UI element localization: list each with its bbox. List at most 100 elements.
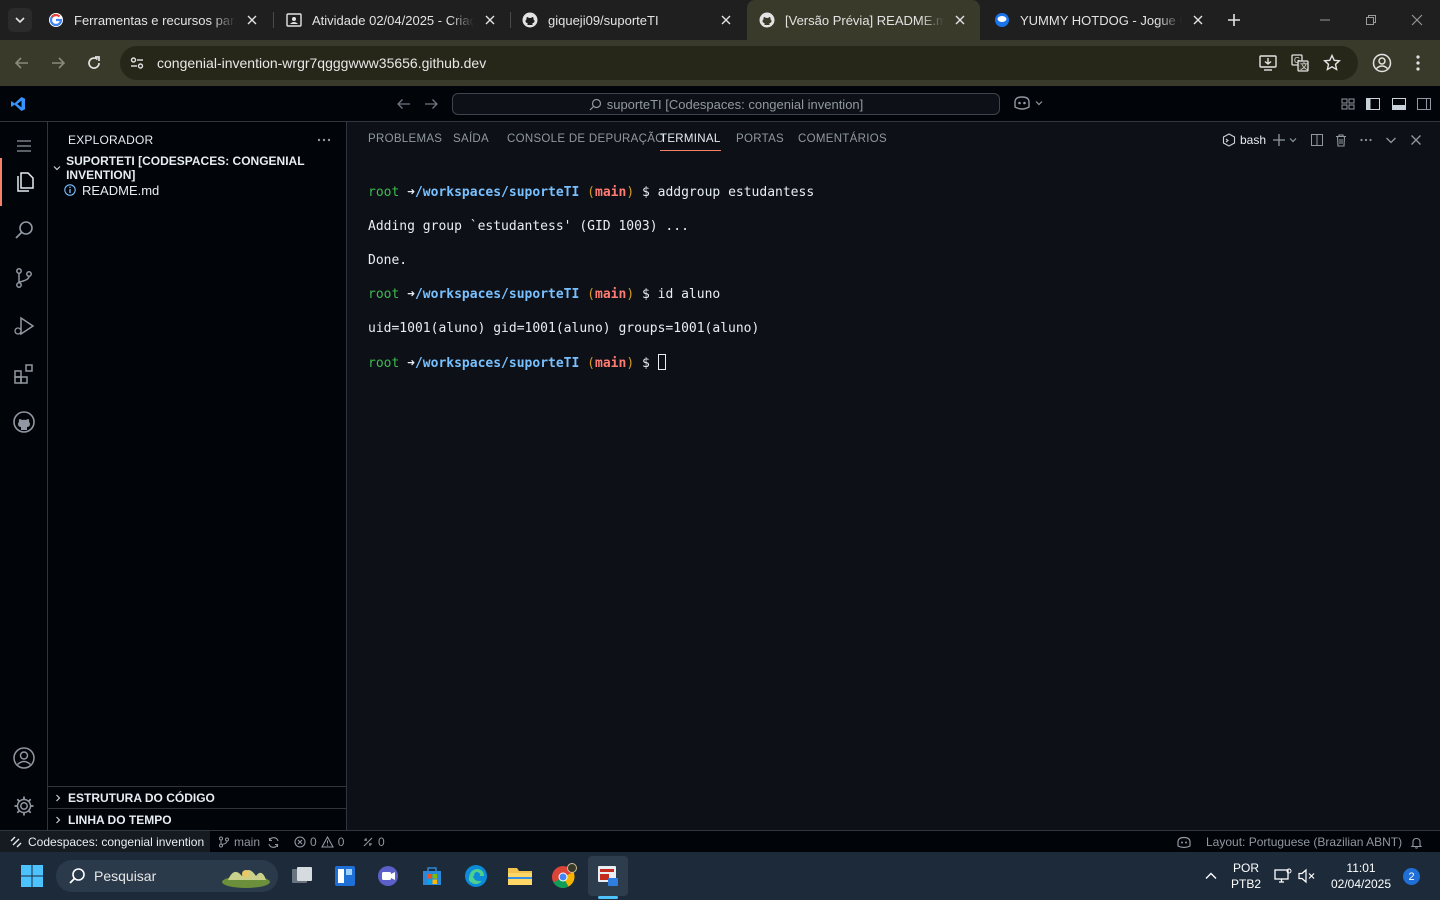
toggle-primary-sidebar-button[interactable]: [1365, 96, 1381, 112]
browser-menu-button[interactable]: [1404, 49, 1432, 77]
close-icon[interactable]: [480, 10, 500, 30]
file-item[interactable]: README.md: [48, 179, 347, 201]
clock[interactable]: 11:01 02/04/2025: [1324, 852, 1398, 900]
store-button[interactable]: [412, 856, 452, 896]
customize-layout-button[interactable]: [1340, 96, 1356, 112]
google-icon: [49, 13, 63, 27]
search-highlight-icon: [222, 870, 270, 888]
back-button[interactable]: [8, 49, 36, 77]
tab-debug-console[interactable]: CONSOLE DE DEPURAÇÃO: [507, 133, 664, 145]
restore-button[interactable]: [1348, 0, 1394, 40]
edge-button[interactable]: [456, 856, 496, 896]
keyboard-layout-indicator[interactable]: Layout: Portuguese (Brazilian ABNT): [1206, 831, 1402, 853]
nav-back-button[interactable]: [396, 96, 412, 112]
notifications-button[interactable]: [1410, 831, 1423, 853]
browser-toolbar: congenial-invention-wrgr7qgggwww35656.gi…: [0, 40, 1440, 86]
close-icon[interactable]: [242, 10, 262, 30]
explorer-more-actions[interactable]: [316, 132, 332, 148]
terminal-cursor: [657, 354, 666, 370]
tab-output[interactable]: SAÍDA: [453, 133, 489, 145]
browser-tab[interactable]: Atividade 02/04/2025 - Criação de grupos: [274, 0, 510, 40]
tab-terminal[interactable]: TERMINAL: [660, 133, 721, 151]
close-panel-button[interactable]: [1410, 130, 1422, 150]
gear-icon: [14, 796, 34, 816]
browser-tab-active[interactable]: [Versão Prévia] README.md - suporteTI: [747, 0, 980, 40]
input-language-indicator[interactable]: POR PTB2: [1226, 852, 1266, 900]
network-icon: [1274, 868, 1292, 883]
nav-forward-button[interactable]: [423, 96, 439, 112]
close-icon[interactable]: [950, 10, 970, 30]
start-button[interactable]: [12, 856, 52, 896]
active-app-button[interactable]: [588, 856, 628, 896]
teams-button[interactable]: [368, 856, 408, 896]
activity-accounts[interactable]: [0, 734, 48, 782]
language-code: POR: [1232, 861, 1259, 875]
problems-indicator[interactable]: 0 0: [294, 831, 344, 853]
browser-tab[interactable]: Ferramentas e recursos para o aprendizad…: [36, 0, 272, 40]
workspace-section-header[interactable]: SUPORTETI [CODESPACES: CONGENIAL INVENTI…: [48, 154, 347, 182]
outline-section-header[interactable]: ESTRUTURA DO CÓDIGO: [48, 786, 347, 808]
address-bar[interactable]: congenial-invention-wrgr7qgggwww35656.gi…: [120, 46, 1358, 80]
app-menu-button[interactable]: [10, 96, 26, 112]
maximize-panel-button[interactable]: [1384, 130, 1398, 150]
notification-badge[interactable]: 2: [1403, 868, 1420, 885]
widgets-button[interactable]: [325, 856, 365, 896]
timeline-section-header[interactable]: LINHA DO TEMPO: [48, 808, 347, 830]
tab-comments[interactable]: COMENTÁRIOS: [798, 133, 887, 145]
status-bar: Codespaces: congenial invention main 0 0…: [0, 830, 1440, 853]
activity-extensions[interactable]: [0, 350, 48, 398]
branch-indicator[interactable]: main: [218, 831, 280, 853]
activity-manage[interactable]: [0, 782, 48, 830]
bookmark-button[interactable]: [1318, 49, 1346, 77]
chrome-button[interactable]: [544, 856, 584, 896]
activity-explorer[interactable]: [0, 158, 48, 206]
copilot-button[interactable]: [1012, 95, 1043, 111]
close-icon[interactable]: [1188, 10, 1208, 30]
browser-tab[interactable]: giqueji09/suporteTI: [510, 0, 746, 40]
split-terminal-button[interactable]: [1310, 130, 1324, 150]
activity-github[interactable]: [0, 398, 48, 446]
kill-terminal-button[interactable]: [1334, 130, 1348, 150]
activity-search[interactable]: [0, 206, 48, 254]
toggle-panel-button[interactable]: [1391, 96, 1407, 112]
site-settings-icon[interactable]: [129, 55, 145, 71]
run-debug-icon: [14, 316, 35, 336]
arrow-left-icon: [397, 99, 410, 109]
show-hidden-icons-button[interactable]: [1198, 852, 1224, 900]
ports-indicator[interactable]: 0: [362, 831, 385, 853]
git-branch-icon: [219, 836, 229, 848]
taskbar-search[interactable]: Pesquisar: [56, 860, 278, 892]
forward-button[interactable]: [44, 49, 72, 77]
terminal-profile-selector[interactable]: bash: [1222, 130, 1266, 150]
close-window-button[interactable]: [1394, 0, 1440, 40]
profile-button[interactable]: [1368, 49, 1396, 77]
network-button[interactable]: [1270, 852, 1296, 900]
new-tab-button[interactable]: [1222, 8, 1246, 32]
chevron-down-icon: [15, 17, 25, 24]
reload-button[interactable]: [80, 49, 108, 77]
minimize-button[interactable]: [1302, 0, 1348, 40]
remote-indicator[interactable]: Codespaces: congenial invention: [0, 831, 210, 853]
activity-source-control[interactable]: [0, 254, 48, 302]
svg-text:文: 文: [1300, 61, 1308, 71]
translate-button[interactable]: G文: [1286, 49, 1314, 77]
new-terminal-button[interactable]: [1272, 130, 1297, 150]
task-view-button[interactable]: [282, 856, 322, 896]
panel-more-actions[interactable]: [1359, 130, 1373, 150]
tab-problems[interactable]: PROBLEMAS: [368, 133, 442, 145]
browser-tab[interactable]: YUMMY HOTDOG - Jogue Grátis: [982, 0, 1218, 40]
tab-title: Ferramentas e recursos para o aprendizad…: [74, 12, 236, 28]
toggle-secondary-sidebar-button[interactable]: [1416, 96, 1432, 112]
file-explorer-button[interactable]: [500, 856, 540, 896]
activity-run-debug[interactable]: [0, 302, 48, 350]
install-app-button[interactable]: [1254, 49, 1282, 77]
command-center-search[interactable]: suporteTI [Codespaces: congenial inventi…: [452, 93, 1000, 115]
tab-ports[interactable]: PORTAS: [736, 133, 784, 145]
terminal-output[interactable]: root ➜/workspaces/suporteTI (main) $ add…: [368, 167, 814, 406]
tab-search-button[interactable]: [8, 8, 32, 32]
copilot-status[interactable]: [1176, 831, 1192, 853]
volume-button[interactable]: [1294, 852, 1320, 900]
store-icon: [423, 867, 441, 885]
close-icon[interactable]: [716, 10, 736, 30]
error-icon: [294, 836, 306, 848]
